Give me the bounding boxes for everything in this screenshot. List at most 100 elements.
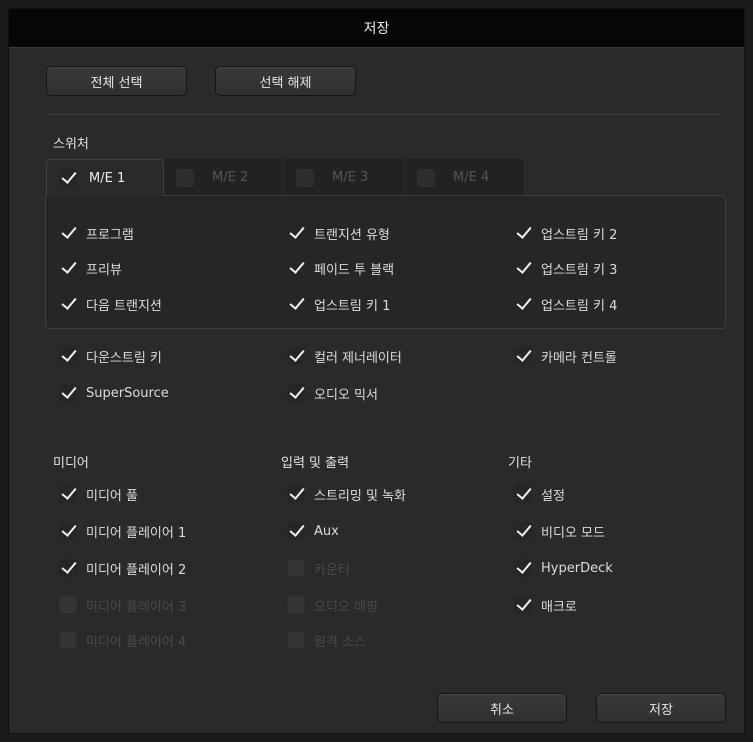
media-pool-option[interactable]: 미디어 풀 (59, 483, 138, 505)
remote-source-checkbox (287, 631, 305, 649)
supersource-label: SuperSource (86, 385, 169, 401)
upstream-key3-checkbox[interactable] (514, 259, 532, 277)
media-player2-checkbox[interactable] (59, 559, 77, 577)
upstream-key1-checkbox[interactable] (287, 295, 305, 313)
camera-control-option[interactable]: 카메라 컨트롤 (514, 345, 617, 367)
program-checkbox[interactable] (59, 224, 77, 242)
camera-control-checkbox[interactable] (514, 347, 532, 365)
camera-control-label: 카메라 컨트롤 (541, 350, 617, 366)
downstream-key-checkbox[interactable] (59, 347, 77, 365)
tab-me3[interactable]: M/E 3 (284, 159, 405, 196)
audio-mapping-checkbox (287, 596, 305, 614)
next-transition-label: 다음 트랜지션 (86, 298, 162, 314)
upstream-key1-label: 업스트림 키 1 (314, 298, 391, 314)
macro-option[interactable]: 매크로 (514, 594, 577, 616)
upstream-key2-option[interactable]: 업스트림 키 2 (514, 222, 617, 244)
aux-label: Aux (314, 523, 339, 539)
hyperdeck-checkbox[interactable] (514, 559, 532, 577)
aux-option[interactable]: Aux (287, 520, 339, 542)
tab-me2[interactable]: M/E 2 (164, 159, 284, 196)
deselect-all-button[interactable]: 선택 해제 (215, 66, 356, 96)
preview-label: 프리뷰 (86, 262, 122, 278)
settings-option[interactable]: 설정 (514, 483, 565, 505)
media-player4-label: 미디어 플레이어 4 (86, 634, 187, 650)
hyperdeck-option[interactable]: HyperDeck (514, 557, 613, 579)
audio-mapping-label: 오디오 매핑 (314, 599, 378, 615)
dialog-title: 저장 (9, 9, 744, 48)
audio-mixer-option[interactable]: 오디오 믹서 (287, 382, 378, 404)
settings-label: 설정 (541, 488, 565, 504)
supersource-option[interactable]: SuperSource (59, 382, 169, 404)
preview-checkbox[interactable] (59, 259, 77, 277)
fade-to-black-label: 페이드 투 블랙 (314, 262, 395, 278)
transition-type-label: 트랜지션 유형 (314, 227, 390, 243)
media-player4-checkbox (59, 631, 77, 649)
transition-type-option[interactable]: 트랜지션 유형 (287, 222, 390, 244)
tab-me3-checkbox[interactable] (296, 168, 314, 187)
media-player2-option[interactable]: 미디어 플레이어 2 (59, 557, 186, 579)
tab-me1-label: M/E 1 (89, 170, 126, 186)
audio-mixer-label: 오디오 믹서 (314, 387, 378, 403)
video-mode-option[interactable]: 비디오 모드 (514, 520, 605, 542)
media-player2-label: 미디어 플레이어 2 (86, 562, 187, 578)
media-pool-checkbox[interactable] (59, 485, 77, 503)
media-player1-option[interactable]: 미디어 플레이어 1 (59, 520, 186, 542)
upstream-key2-checkbox[interactable] (514, 224, 532, 242)
program-label: 프로그램 (86, 227, 134, 243)
upstream-key3-label: 업스트림 키 3 (541, 262, 618, 278)
remote-source-label: 원격 소스 (314, 634, 366, 650)
tab-me4-label: M/E 4 (453, 170, 490, 185)
media-pool-label: 미디어 풀 (86, 488, 138, 504)
save-button[interactable]: 저장 (596, 693, 726, 723)
next-transition-option[interactable]: 다음 트랜지션 (59, 293, 162, 315)
media-player3-checkbox (59, 596, 77, 614)
hyperdeck-label: HyperDeck (541, 560, 613, 576)
tab-me2-checkbox[interactable] (176, 168, 194, 187)
counter-label: 카운터 (314, 562, 350, 578)
video-mode-label: 비디오 모드 (541, 525, 605, 541)
fade-to-black-checkbox[interactable] (287, 259, 305, 277)
tab-me4-checkbox[interactable] (417, 168, 435, 187)
separator (45, 114, 720, 115)
tab-me3-label: M/E 3 (332, 170, 369, 185)
media-player3-option: 미디어 플레이어 3 (59, 594, 186, 616)
supersource-checkbox[interactable] (59, 384, 77, 402)
color-generator-checkbox[interactable] (287, 347, 305, 365)
streaming-recording-option[interactable]: 스트리밍 및 녹화 (287, 483, 406, 505)
tab-me1[interactable]: M/E 1 (46, 159, 164, 196)
upstream-key4-option[interactable]: 업스트림 키 4 (514, 293, 617, 315)
transition-type-checkbox[interactable] (287, 224, 305, 242)
counter-checkbox (287, 559, 305, 577)
next-transition-checkbox[interactable] (59, 295, 77, 313)
counter-option: 카운터 (287, 557, 350, 579)
media-player4-option: 미디어 플레이어 4 (59, 629, 186, 651)
macro-checkbox[interactable] (514, 596, 532, 614)
tab-me1-checkbox[interactable] (59, 169, 77, 187)
cancel-button[interactable]: 취소 (437, 693, 567, 723)
remote-source-option: 원격 소스 (287, 629, 366, 651)
fade-to-black-option[interactable]: 페이드 투 블랙 (287, 257, 394, 279)
save-dialog: 저장 전체 선택 선택 해제 스위처 M/E 1 M/E 2 M/E 3 M/E… (8, 8, 745, 734)
preview-option[interactable]: 프리뷰 (59, 257, 122, 279)
streaming-recording-label: 스트리밍 및 녹화 (314, 488, 406, 504)
switcher-heading: 스위처 (53, 137, 89, 152)
settings-checkbox[interactable] (514, 485, 532, 503)
upstream-key4-label: 업스트림 키 4 (541, 298, 618, 314)
video-mode-checkbox[interactable] (514, 522, 532, 540)
streaming-recording-checkbox[interactable] (287, 485, 305, 503)
program-option[interactable]: 프로그램 (59, 222, 134, 244)
tab-me4[interactable]: M/E 4 (405, 159, 525, 196)
color-generator-label: 컬러 제너레이터 (314, 350, 402, 366)
upstream-key4-checkbox[interactable] (514, 295, 532, 313)
audio-mixer-checkbox[interactable] (287, 384, 305, 402)
downstream-key-label: 다운스트림 키 (86, 350, 162, 366)
audio-mapping-option: 오디오 매핑 (287, 594, 378, 616)
select-all-button[interactable]: 전체 선택 (46, 66, 187, 96)
downstream-key-option[interactable]: 다운스트림 키 (59, 345, 162, 367)
media-player1-checkbox[interactable] (59, 522, 77, 540)
upstream-key3-option[interactable]: 업스트림 키 3 (514, 257, 617, 279)
upstream-key1-option[interactable]: 업스트림 키 1 (287, 293, 390, 315)
color-generator-option[interactable]: 컬러 제너레이터 (287, 345, 402, 367)
aux-checkbox[interactable] (287, 522, 305, 540)
macro-label: 매크로 (541, 599, 577, 615)
